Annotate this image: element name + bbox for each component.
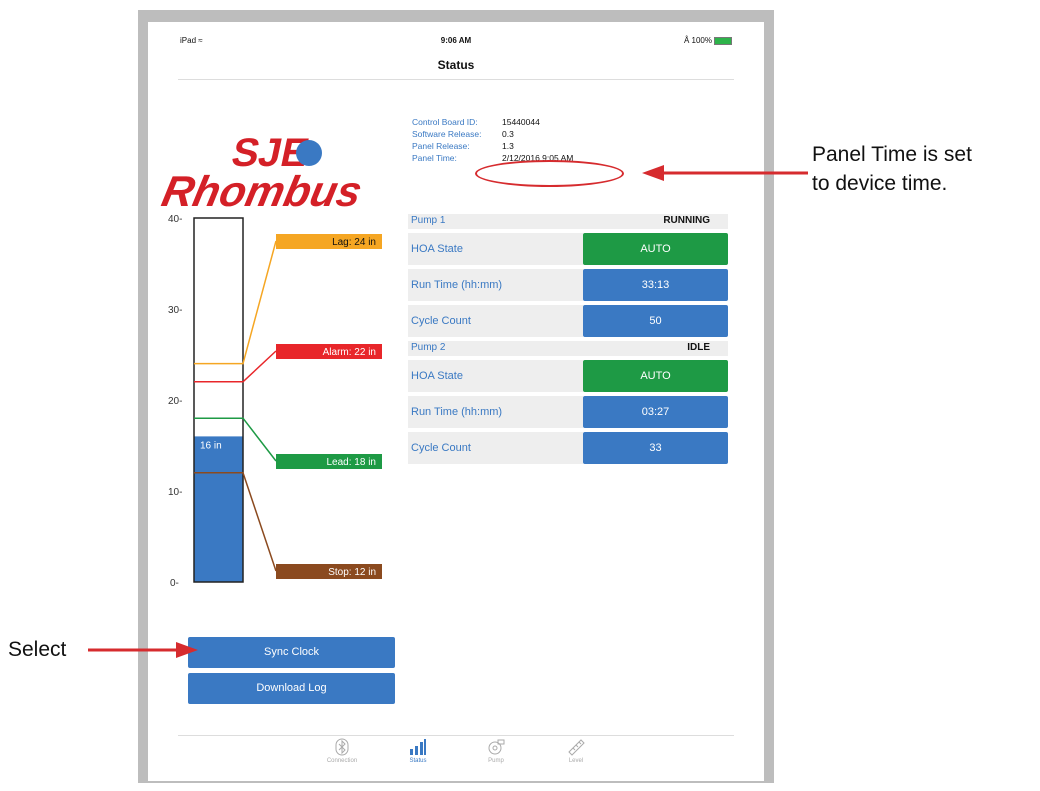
download-log-button[interactable]: Download Log: [188, 673, 395, 704]
pump2-hoa-value[interactable]: AUTO: [583, 360, 728, 392]
stop-label: Stop: 12 in: [328, 567, 376, 578]
alarm-label: Alarm: 22 in: [323, 347, 376, 358]
bar-chart-icon: [410, 739, 426, 755]
pump1-state: RUNNING: [663, 215, 710, 226]
alarm-line: [194, 350, 277, 383]
bluetooth-icon: Å: [683, 36, 690, 45]
gauge-tick-0: 0-: [170, 578, 179, 589]
gauge-level-label: 16 in: [200, 440, 222, 451]
pump2-header: Pump 2 IDLE: [408, 341, 728, 356]
ruler-icon: [568, 739, 585, 756]
pump1-runtime-value[interactable]: 33:13: [583, 269, 728, 301]
pump2-runtime-row: Run Time (hh:mm) 03:27: [408, 396, 728, 428]
pump1-cycle-value[interactable]: 50: [583, 305, 728, 337]
lag-label: Lag: 24 in: [332, 237, 376, 248]
panel-time-note: Panel Time is set to device time.: [812, 143, 972, 195]
pump2-state: IDLE: [687, 342, 710, 353]
gauge-fill: [194, 436, 243, 582]
pump2-cycle-row: Cycle Count 33: [408, 432, 728, 464]
pump1-runtime-row: Run Time (hh:mm) 33:13: [408, 269, 728, 301]
pump2-hoa-row: HOA State AUTO: [408, 360, 728, 392]
gauge-tick-40: 40-: [168, 214, 182, 225]
gauge-tick-20: 20-: [168, 396, 182, 407]
pump1-header: Pump 1 RUNNING: [408, 214, 728, 229]
ios-status-bar: iPad ≈ 9:06 AM Å 100%: [148, 36, 764, 50]
pump1-hoa-value[interactable]: AUTO: [583, 233, 728, 265]
info-row-software: Software Release: 0.3: [412, 129, 514, 139]
pump-status-panel: Pump 1 RUNNING HOA State AUTO Run Time (…: [408, 214, 728, 468]
pump2-cycle-value[interactable]: 33: [583, 432, 728, 464]
gauge-tick-30: 30-: [168, 305, 182, 316]
sje-rhombus-logo: SJE Rhombus: [158, 129, 366, 215]
tab-connection[interactable]: Connection: [312, 738, 372, 764]
pump1-cycle-row: Cycle Count 50: [408, 305, 728, 337]
select-note: Select: [8, 638, 67, 661]
lead-label: Lead: 18 in: [327, 457, 377, 468]
gauge-tick-10: 10-: [168, 487, 182, 498]
clock: 9:06 AM: [440, 36, 472, 45]
tab-level[interactable]: Level: [546, 738, 606, 764]
logo-text-rhombus: Rhombus: [158, 168, 366, 215]
tab-bar-divider: [178, 735, 734, 736]
pump1-hoa-row: HOA State AUTO: [408, 233, 728, 265]
bluetooth-icon: [335, 738, 349, 756]
page-title: Status: [437, 58, 475, 72]
tab-status[interactable]: Status: [388, 738, 448, 764]
info-row-board-id: Control Board ID: 15440044: [412, 117, 540, 127]
logo-globe-icon: [296, 140, 322, 166]
lag-line: [194, 240, 277, 365]
sync-clock-button[interactable]: Sync Clock: [188, 637, 395, 668]
ipad-screen: iPad ≈ 9:06 AM Å 100% Status SJE Rhombus…: [148, 22, 764, 781]
level-gauge: 0- 10- 20- 30- 40- 16 in Lag: 24 in Alar…: [168, 214, 382, 589]
tab-pump[interactable]: Pump: [466, 738, 526, 764]
pump2-runtime-value[interactable]: 03:27: [583, 396, 728, 428]
panel-time-highlight: [475, 160, 624, 187]
battery-icon: [714, 36, 732, 45]
battery-status: Å 100%: [684, 36, 732, 45]
controller-info: Control Board ID: 15440044 Software Relea…: [412, 116, 573, 164]
nav-divider: [178, 79, 734, 80]
info-row-panel-release: Panel Release: 1.3: [412, 141, 514, 151]
pump-icon: [488, 739, 505, 755]
